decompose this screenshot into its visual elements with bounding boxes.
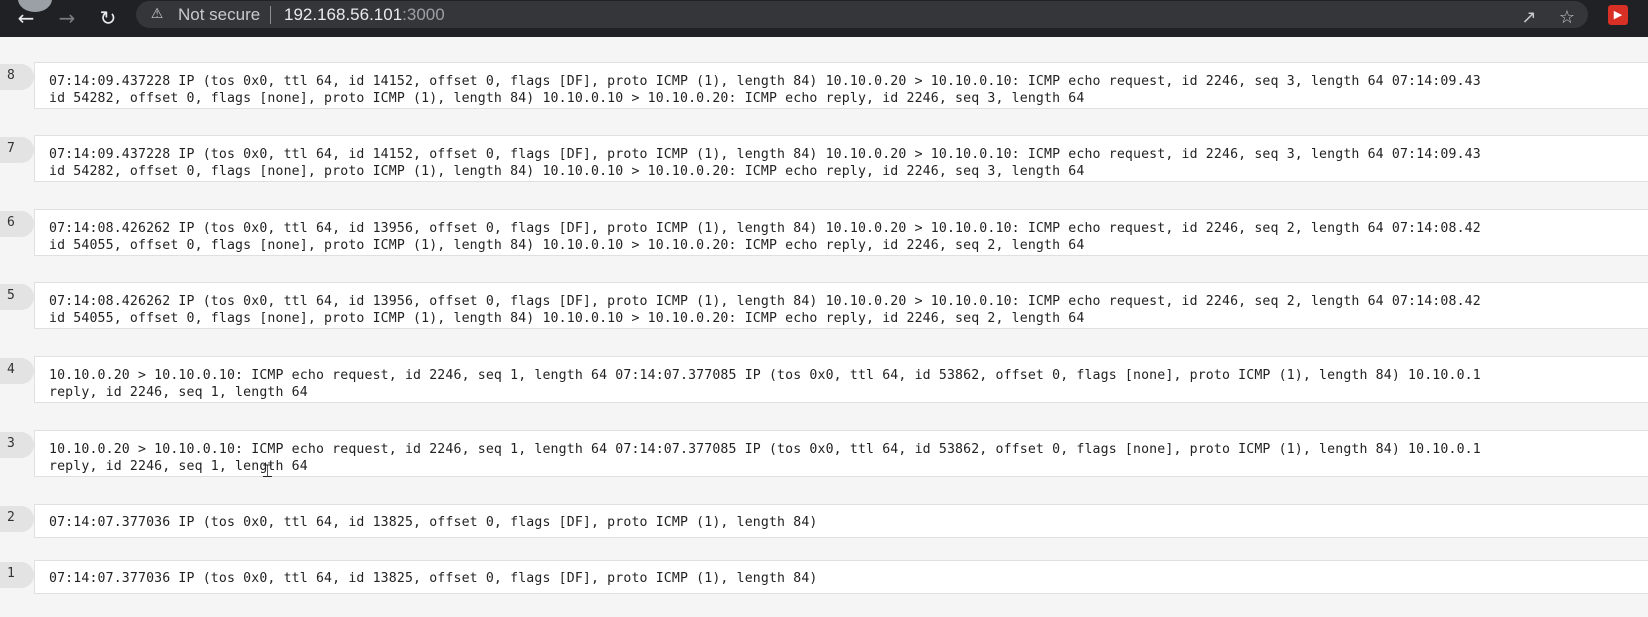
log-entry-line-1: 07:14:09.437228 IP (tos 0x0, ttl 64, id … [49,147,1481,162]
log-row: 5 07:14:08.426262 IP (tos 0x0, ttl 64, i… [0,282,1648,329]
log-entry-line-1: 07:14:07.377036 IP (tos 0x0, ttl 64, id … [49,515,818,530]
row-number-badge [0,137,34,163]
row-number-badge [0,211,34,237]
address-bar[interactable]: ⚠ Not secure 192.168.56.101:3000 ↗ ☆ [136,1,1588,28]
log-row: 2 07:14:07.377036 IP (tos 0x0, ttl 64, i… [0,504,1648,538]
row-number: 1 [7,566,15,581]
row-number: 7 [7,141,15,156]
log-row: 3 10.10.0.20 > 10.10.0.10: ICMP echo req… [0,430,1648,477]
log-entry-card: 07:14:07.377036 IP (tos 0x0, ttl 64, id … [34,504,1648,538]
log-row: 1 07:14:07.377036 IP (tos 0x0, ttl 64, i… [0,560,1648,594]
row-number: 5 [7,288,15,303]
log-row: 4 10.10.0.20 > 10.10.0.10: ICMP echo req… [0,356,1648,403]
log-entry-card: 07:14:09.437228 IP (tos 0x0, ttl 64, id … [34,135,1648,182]
star-icon[interactable]: ☆ [1554,5,1580,31]
browser-toolbar: ← → ↻ ⚠ Not secure 192.168.56.101:3000 ↗… [0,0,1648,37]
log-entry-card: 07:14:09.437228 IP (tos 0x0, ttl 64, id … [34,62,1648,109]
log-entry-line-1: 07:14:08.426262 IP (tos 0x0, ttl 64, id … [49,294,1481,309]
security-label[interactable]: Not secure [178,5,260,25]
log-entry-card: 10.10.0.20 > 10.10.0.10: ICMP echo reque… [34,430,1648,477]
back-icon[interactable]: ← [12,4,40,32]
warning-icon[interactable]: ⚠ [148,5,166,23]
url-port: :3000 [402,5,445,24]
log-list: 8 07:14:09.437228 IP (tos 0x0, ttl 64, i… [0,37,1648,617]
row-number-badge [0,64,34,90]
row-number-badge [0,432,34,458]
row-number-badge [0,506,34,532]
log-entry-line-1: 10.10.0.20 > 10.10.0.10: ICMP echo reque… [49,442,1481,457]
reload-icon[interactable]: ↻ [94,4,122,32]
log-entry-line-2: id 54282, offset 0, flags [none], proto … [49,164,1085,179]
url-text[interactable]: 192.168.56.101:3000 [284,5,445,25]
row-number-badge [0,358,34,384]
log-entry-line-2: id 54055, offset 0, flags [none], proto … [49,311,1085,326]
omnibox-divider [270,6,271,24]
row-number: 8 [7,68,15,83]
row-number: 4 [7,362,15,377]
log-entry-card: 10.10.0.20 > 10.10.0.10: ICMP echo reque… [34,356,1648,403]
text-cursor-icon: ⌶ [262,461,273,482]
log-entry-line-1: 07:14:07.377036 IP (tos 0x0, ttl 64, id … [49,571,818,586]
row-number-badge [0,284,34,310]
log-row: 6 07:14:08.426262 IP (tos 0x0, ttl 64, i… [0,209,1648,256]
log-entry-card: 07:14:08.426262 IP (tos 0x0, ttl 64, id … [34,209,1648,256]
log-entry-line-1: 07:14:08.426262 IP (tos 0x0, ttl 64, id … [49,221,1481,236]
url-host: 192.168.56.101 [284,5,403,24]
forward-icon[interactable]: → [53,4,81,32]
log-entry-line-2: id 54282, offset 0, flags [none], proto … [49,91,1085,106]
log-entry-card: 07:14:08.426262 IP (tos 0x0, ttl 64, id … [34,282,1648,329]
share-icon[interactable]: ↗ [1516,5,1542,31]
row-number: 3 [7,436,15,451]
log-row: 8 07:14:09.437228 IP (tos 0x0, ttl 64, i… [0,62,1648,109]
log-entry-line-2: id 54055, offset 0, flags [none], proto … [49,238,1085,253]
log-entry-line-2: reply, id 2246, seq 1, length 64 [49,385,308,400]
row-number-badge [0,562,34,588]
row-number: 2 [7,510,15,525]
log-entry-line-1: 07:14:09.437228 IP (tos 0x0, ttl 64, id … [49,74,1481,89]
log-row: 7 07:14:09.437228 IP (tos 0x0, ttl 64, i… [0,135,1648,182]
row-number: 6 [7,215,15,230]
log-entry-card: 07:14:07.377036 IP (tos 0x0, ttl 64, id … [34,560,1648,594]
extension-icon[interactable]: ▶ [1608,5,1628,25]
log-entry-line-1: 10.10.0.20 > 10.10.0.10: ICMP echo reque… [49,368,1481,383]
